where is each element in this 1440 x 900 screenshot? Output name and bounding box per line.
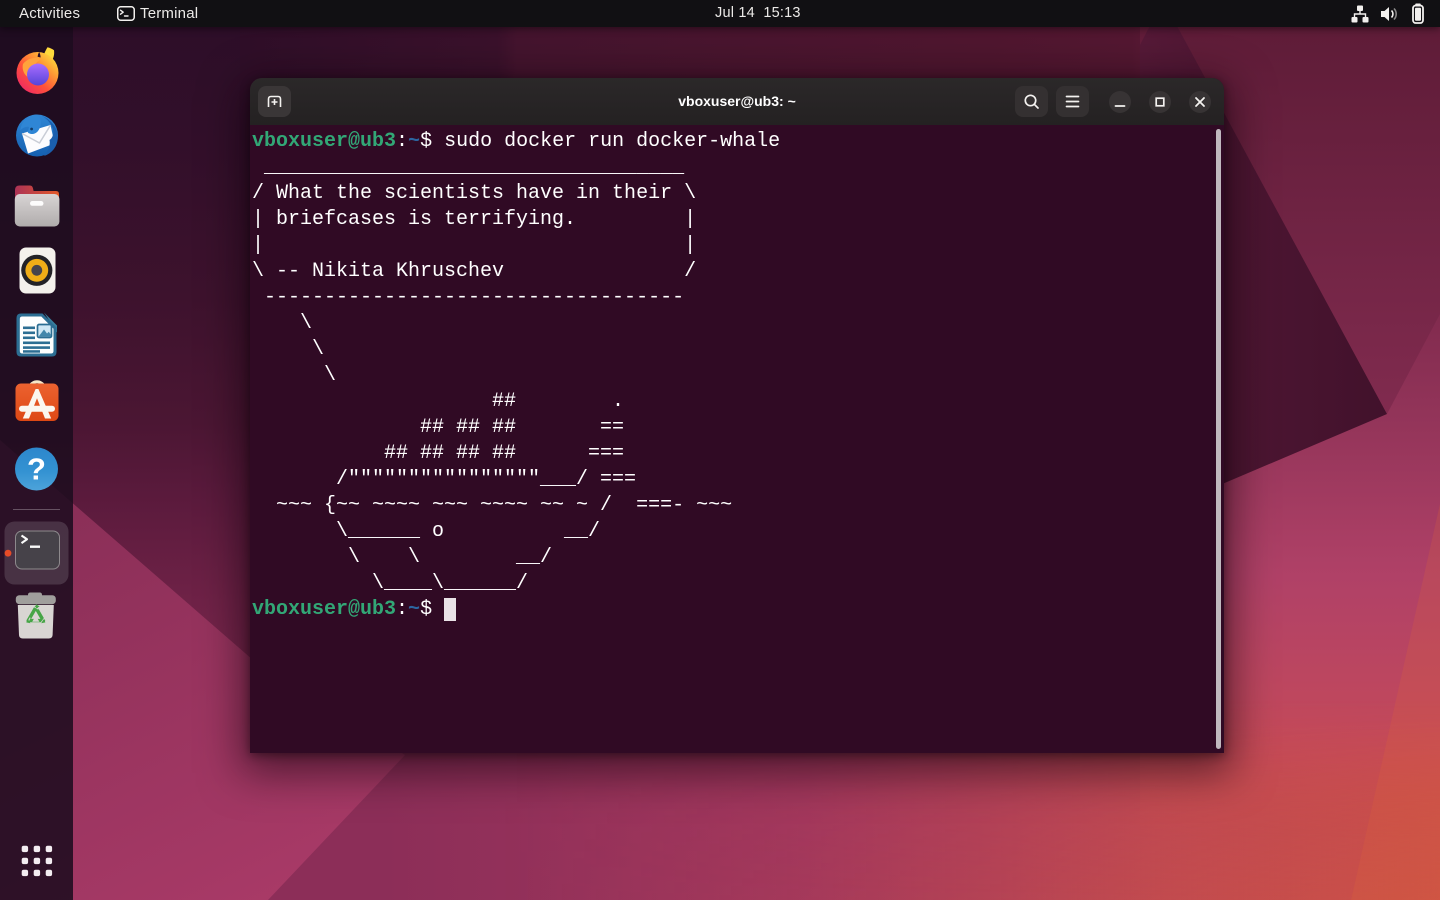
svg-text:?: ? — [27, 452, 46, 487]
